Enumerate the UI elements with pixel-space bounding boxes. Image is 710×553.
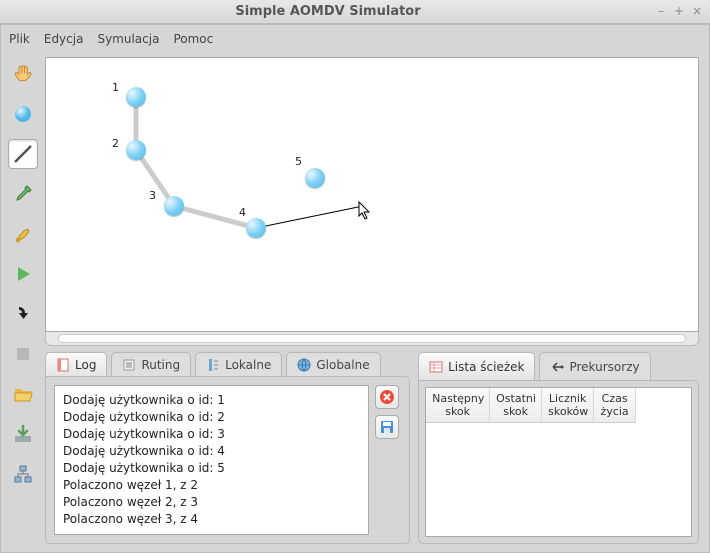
hand-tool[interactable] <box>8 59 38 89</box>
node-1[interactable] <box>126 87 146 107</box>
node-label-2: 2 <box>112 137 119 150</box>
node-tool[interactable] <box>8 99 38 129</box>
delete-icon <box>379 389 395 405</box>
close-button[interactable]: × <box>690 5 704 19</box>
network-tool[interactable] <box>8 459 38 489</box>
node-label-1: 1 <box>112 81 119 94</box>
brush-icon <box>13 224 33 244</box>
network-icon <box>13 464 33 484</box>
tab-lista-sciezek[interactable]: Lista ścieżek <box>418 352 535 380</box>
window-title: Simple AOMDV Simulator <box>6 4 650 19</box>
column-czas[interactable]: Czasżycia <box>594 388 636 423</box>
log-line: Dodaję użytkownika o id: 2 <box>63 409 360 426</box>
eyedropper-icon <box>13 184 33 204</box>
tab-globalne[interactable]: Globalne <box>286 352 380 376</box>
log-line: Polaczono węzeł 1, z 2 <box>63 477 360 494</box>
tab-log-icon <box>56 358 70 372</box>
maximize-button[interactable]: + <box>672 5 686 19</box>
edge-tool[interactable] <box>8 139 38 169</box>
node-3[interactable] <box>164 196 184 216</box>
tab-ruting[interactable]: Ruting <box>111 352 191 376</box>
log-line: Dodaję użytkownika o id: 4 <box>63 443 360 460</box>
eyedropper-tool[interactable] <box>8 179 38 209</box>
tab-lokalne-icon <box>206 358 220 372</box>
menu-pomoc[interactable]: Pomoc <box>173 32 213 46</box>
tab-ruting-icon <box>122 358 136 372</box>
node-5[interactable] <box>305 168 325 188</box>
menubar: Plik Edycja Symulacja Pomoc <box>1 25 709 53</box>
save-down-tool[interactable] <box>8 419 38 449</box>
tab-log[interactable]: Log <box>45 352 107 376</box>
node-label-4: 4 <box>239 206 246 219</box>
node-label-3: 3 <box>149 189 156 202</box>
save-icon <box>379 419 395 435</box>
step-icon <box>13 304 33 324</box>
log-textarea[interactable]: Dodaję użytkownika o id: 1Dodaję użytkow… <box>54 385 369 535</box>
tab-prekursorzy[interactable]: Prekursorzy <box>539 352 650 380</box>
menu-symulacja[interactable]: Symulacja <box>97 32 159 46</box>
tab-globalne-icon <box>297 358 311 372</box>
step-tool[interactable] <box>8 299 38 329</box>
open-icon <box>13 385 33 403</box>
tab-lokalne[interactable]: Lokalne <box>195 352 282 376</box>
open-tool[interactable] <box>8 379 38 409</box>
log-line: Dodaję użytkownika o id: 5 <box>63 460 360 477</box>
brush-tool[interactable] <box>8 219 38 249</box>
node-2[interactable] <box>126 140 146 160</box>
horizontal-scrollbar[interactable] <box>45 332 699 346</box>
node-label-5: 5 <box>295 155 302 168</box>
column-nastepny[interactable]: Następnyskok <box>426 388 490 423</box>
column-licznik[interactable]: Licznikskoków <box>542 388 594 423</box>
save-down-icon <box>13 424 33 444</box>
node-4[interactable] <box>246 218 266 238</box>
stop-icon <box>15 346 31 362</box>
clear-log-button[interactable] <box>375 385 399 409</box>
menu-edycja[interactable]: Edycja <box>44 32 84 46</box>
edge-icon <box>11 142 35 166</box>
hand-icon <box>12 63 34 85</box>
play-icon <box>14 265 32 283</box>
stop-tool <box>8 339 38 369</box>
log-line: Dodaję użytkownika o id: 1 <box>63 392 360 409</box>
vertical-toolbar <box>1 53 45 552</box>
canvas[interactable]: 1 2 3 4 5 <box>45 57 699 332</box>
tab-lista-sciezek-icon <box>429 360 443 374</box>
play-tool[interactable] <box>8 259 38 289</box>
minimize-button[interactable]: – <box>654 5 668 19</box>
log-line: Polaczono węzeł 2, z 3 <box>63 494 360 511</box>
log-line: Polaczono węzeł 3, z 4 <box>63 511 360 528</box>
node-icon <box>13 104 33 124</box>
tab-prekursorzy-icon <box>550 360 564 374</box>
menu-plik[interactable]: Plik <box>9 32 30 46</box>
save-log-button[interactable] <box>375 415 399 439</box>
column-ostatni[interactable]: Ostatniskok <box>490 388 542 423</box>
paths-table[interactable]: NastępnyskokOstatniskokLicznikskokówCzas… <box>425 387 692 537</box>
log-line: Dodaję użytkownika o id: 3 <box>63 426 360 443</box>
titlebar: Simple AOMDV Simulator – + × <box>0 0 710 24</box>
